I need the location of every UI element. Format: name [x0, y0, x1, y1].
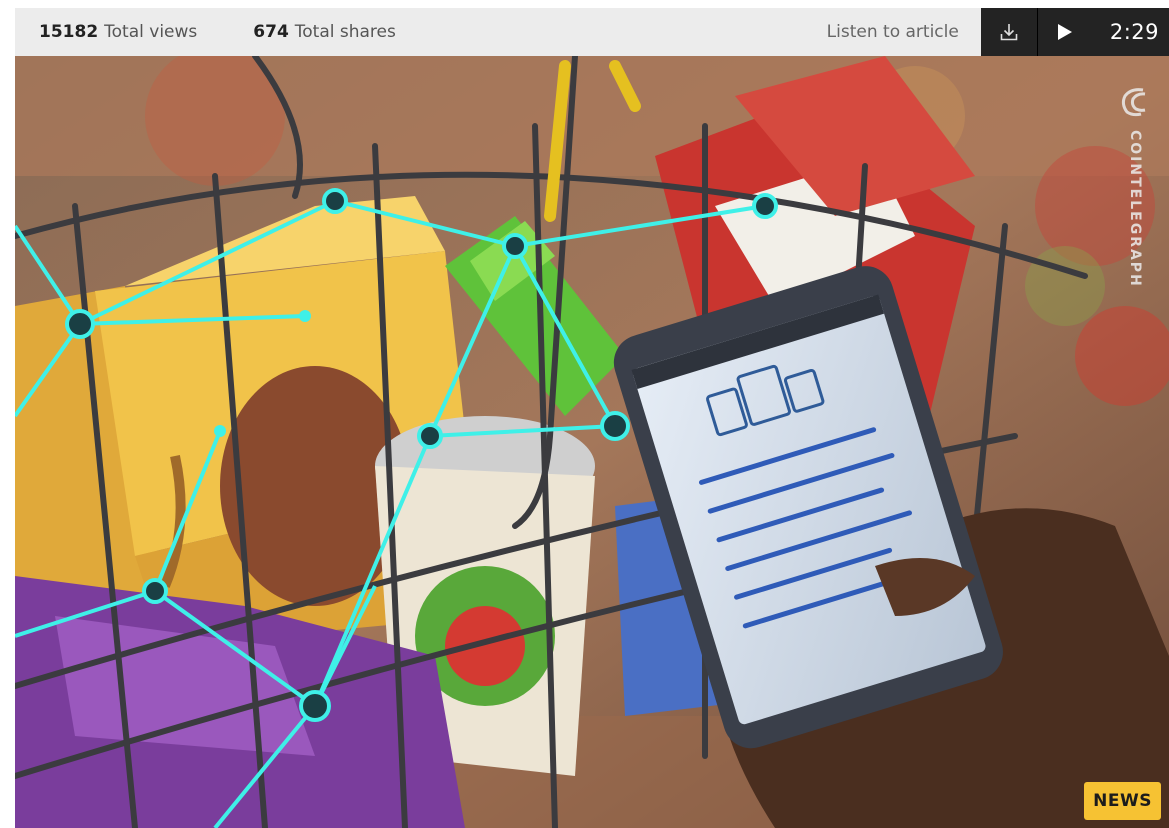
listen-to-article-label: Listen to article [826, 22, 959, 42]
article-hero-image: COINTELEGRAPH NEWS [15, 56, 1169, 828]
audio-player: 2:29 [980, 8, 1169, 56]
cointelegraph-logo-icon [1121, 88, 1146, 117]
hero-illustration [15, 56, 1169, 828]
watermark-text: COINTELEGRAPH [1127, 130, 1143, 288]
download-icon [1000, 24, 1018, 41]
shares-stat: 674 Total shares [253, 22, 396, 42]
audio-duration: 2:29 [1109, 20, 1159, 44]
download-audio-button[interactable] [981, 8, 1038, 56]
cointelegraph-watermark: COINTELEGRAPH [1115, 84, 1155, 288]
play-icon[interactable] [1056, 22, 1074, 42]
play-control[interactable]: 2:29 [1038, 8, 1169, 56]
views-count: 15182 [39, 22, 99, 42]
shares-count: 674 [253, 22, 289, 42]
views-label: Total views [104, 22, 198, 42]
article-stats-bar: 15182 Total views 674 Total shares Liste… [15, 8, 1169, 56]
shares-label: Total shares [294, 22, 396, 42]
article-media: 15182 Total views 674 Total shares Liste… [15, 8, 1169, 828]
views-stat: 15182 Total views [39, 22, 197, 42]
news-category-badge[interactable]: NEWS [1084, 782, 1161, 820]
